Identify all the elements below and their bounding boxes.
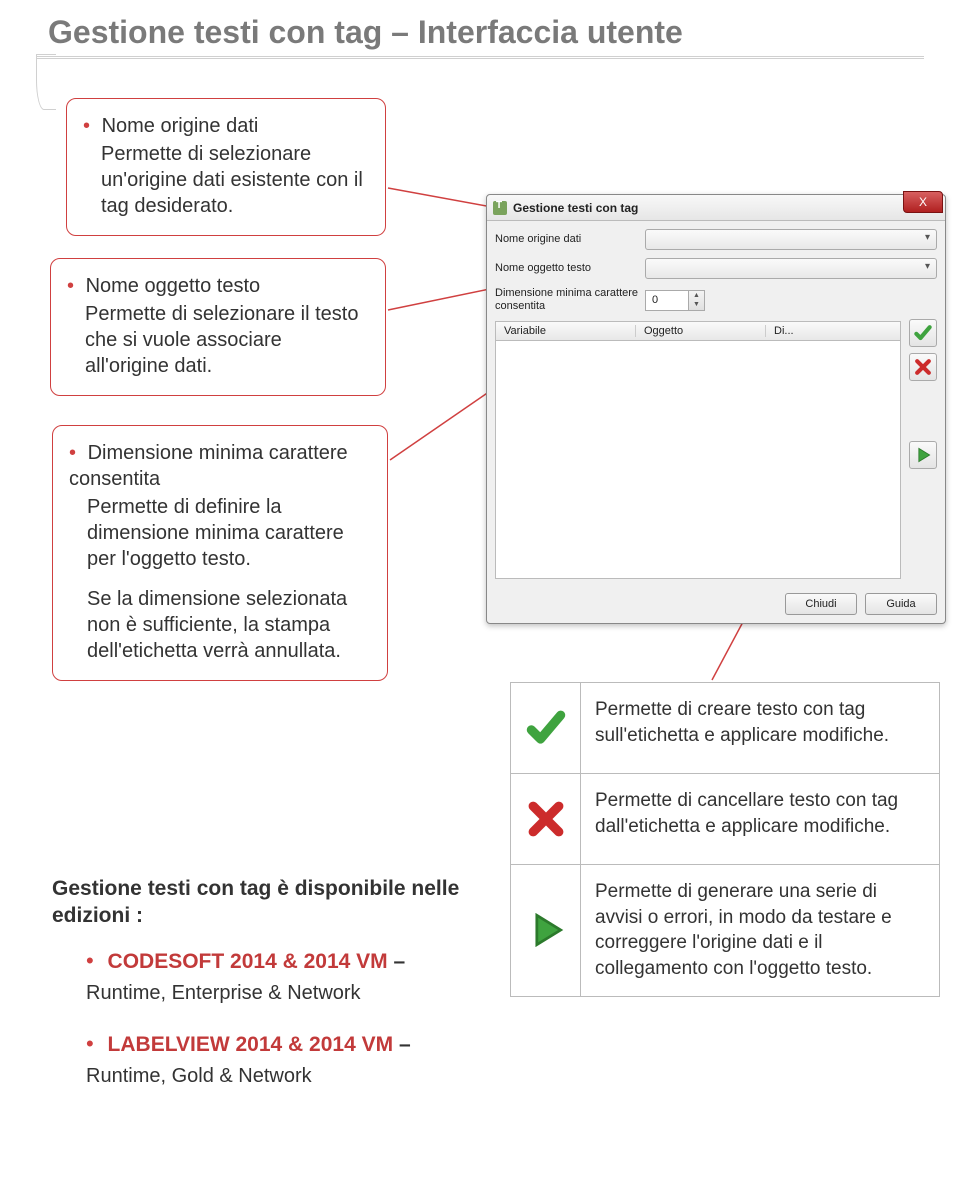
col-oggetto[interactable]: Oggetto xyxy=(636,325,766,337)
list-body[interactable] xyxy=(495,341,901,579)
callout-title: Nome oggetto testo xyxy=(86,275,261,297)
legend-row-delete: Permette di cancellare testo con tag dal… xyxy=(511,774,939,865)
check-icon xyxy=(524,706,568,750)
col-di[interactable]: Di... xyxy=(766,325,900,337)
dialog-footer: Chiudi Guida xyxy=(785,593,937,615)
edition-item: • CODESOFT 2014 & 2014 VM – xyxy=(86,948,472,974)
icon-legend: Permette di creare testo con tag sull'et… xyxy=(510,682,940,997)
callout-body: Permette di definire la dimensione minim… xyxy=(69,494,371,572)
dash: – xyxy=(399,1033,411,1056)
legend-text: Permette di generare una serie di avvisi… xyxy=(581,865,939,996)
x-icon xyxy=(524,797,568,841)
x-icon xyxy=(913,357,933,377)
col-variabile[interactable]: Variabile xyxy=(496,325,636,337)
dialog-window: Gestione testi con tag X Nome origine da… xyxy=(486,194,946,624)
editions-section: Gestione testi con tag è disponibile nel… xyxy=(52,875,472,1114)
label-minsize: Dimensione minima carattere consentita xyxy=(495,287,645,313)
callout-body-extra: Se la dimensione selezionata non è suffi… xyxy=(69,586,371,664)
delete-button[interactable] xyxy=(909,353,937,381)
combo-origin[interactable] xyxy=(645,229,937,250)
bullet-icon: • xyxy=(69,442,76,464)
spin-buttons[interactable]: ▲▼ xyxy=(688,291,704,310)
list-header: Variabile Oggetto Di... xyxy=(495,321,901,341)
callout-minsize: • Dimensione minima carattere consentita… xyxy=(52,425,388,681)
editions-heading: Gestione testi con tag è disponibile nel… xyxy=(52,875,472,930)
edition-name: CODESOFT 2014 & 2014 VM xyxy=(108,950,388,973)
edition-name: LABELVIEW 2014 & 2014 VM xyxy=(108,1033,394,1056)
edition-sub: Runtime, Enterprise & Network xyxy=(86,982,472,1005)
dialog-titlebar[interactable]: Gestione testi con tag X xyxy=(487,195,945,221)
spin-minsize[interactable]: 0 ▲▼ xyxy=(645,290,705,311)
play-icon xyxy=(524,908,568,952)
spin-value: 0 xyxy=(652,294,658,306)
play-icon xyxy=(913,445,933,465)
label-object: Nome oggetto testo xyxy=(495,262,645,275)
bullet-icon: • xyxy=(86,948,94,973)
label-origin: Nome origine dati xyxy=(495,233,645,246)
bullet-icon: • xyxy=(67,275,74,297)
bullet-icon: • xyxy=(86,1031,94,1056)
combo-object[interactable] xyxy=(645,258,937,279)
dialog-side-icons xyxy=(909,319,939,469)
dialog-body: Nome origine dati Nome oggetto testo Dim… xyxy=(487,221,945,587)
title-accent xyxy=(36,54,56,110)
bullet-icon: • xyxy=(83,115,90,137)
dash: – xyxy=(394,950,406,973)
legend-row-run: Permette di generare una serie di avvisi… xyxy=(511,865,939,996)
run-button[interactable] xyxy=(909,441,937,469)
help-button[interactable]: Guida xyxy=(865,593,937,615)
callout-body: Permette di selezionare un'origine dati … xyxy=(83,141,369,219)
callout-title: Dimensione minima carattere consentita xyxy=(69,442,348,490)
dialog-title: Gestione testi con tag xyxy=(513,201,638,215)
callout-title: Nome origine dati xyxy=(102,115,259,137)
title-rule xyxy=(36,56,924,59)
legend-text: Permette di creare testo con tag sull'et… xyxy=(581,683,939,773)
apply-button[interactable] xyxy=(909,319,937,347)
legend-icon-cell xyxy=(511,683,581,773)
legend-icon-cell xyxy=(511,865,581,996)
app-icon xyxy=(493,201,507,215)
page-title: Gestione testi con tag – Interfaccia ute… xyxy=(48,14,683,51)
legend-text: Permette di cancellare testo con tag dal… xyxy=(581,774,939,864)
edition-item: • LABELVIEW 2014 & 2014 VM – xyxy=(86,1031,472,1057)
callout-origin: • Nome origine dati Permette di selezion… xyxy=(66,98,386,236)
edition-sub: Runtime, Gold & Network xyxy=(86,1065,472,1088)
legend-row-apply: Permette di creare testo con tag sull'et… xyxy=(511,683,939,774)
check-icon xyxy=(913,323,933,343)
close-button[interactable]: X xyxy=(903,191,943,213)
legend-icon-cell xyxy=(511,774,581,864)
callout-object: • Nome oggetto testo Permette di selezio… xyxy=(50,258,386,396)
close-dialog-button[interactable]: Chiudi xyxy=(785,593,857,615)
callout-body: Permette di selezionare il testo che si … xyxy=(67,301,369,379)
